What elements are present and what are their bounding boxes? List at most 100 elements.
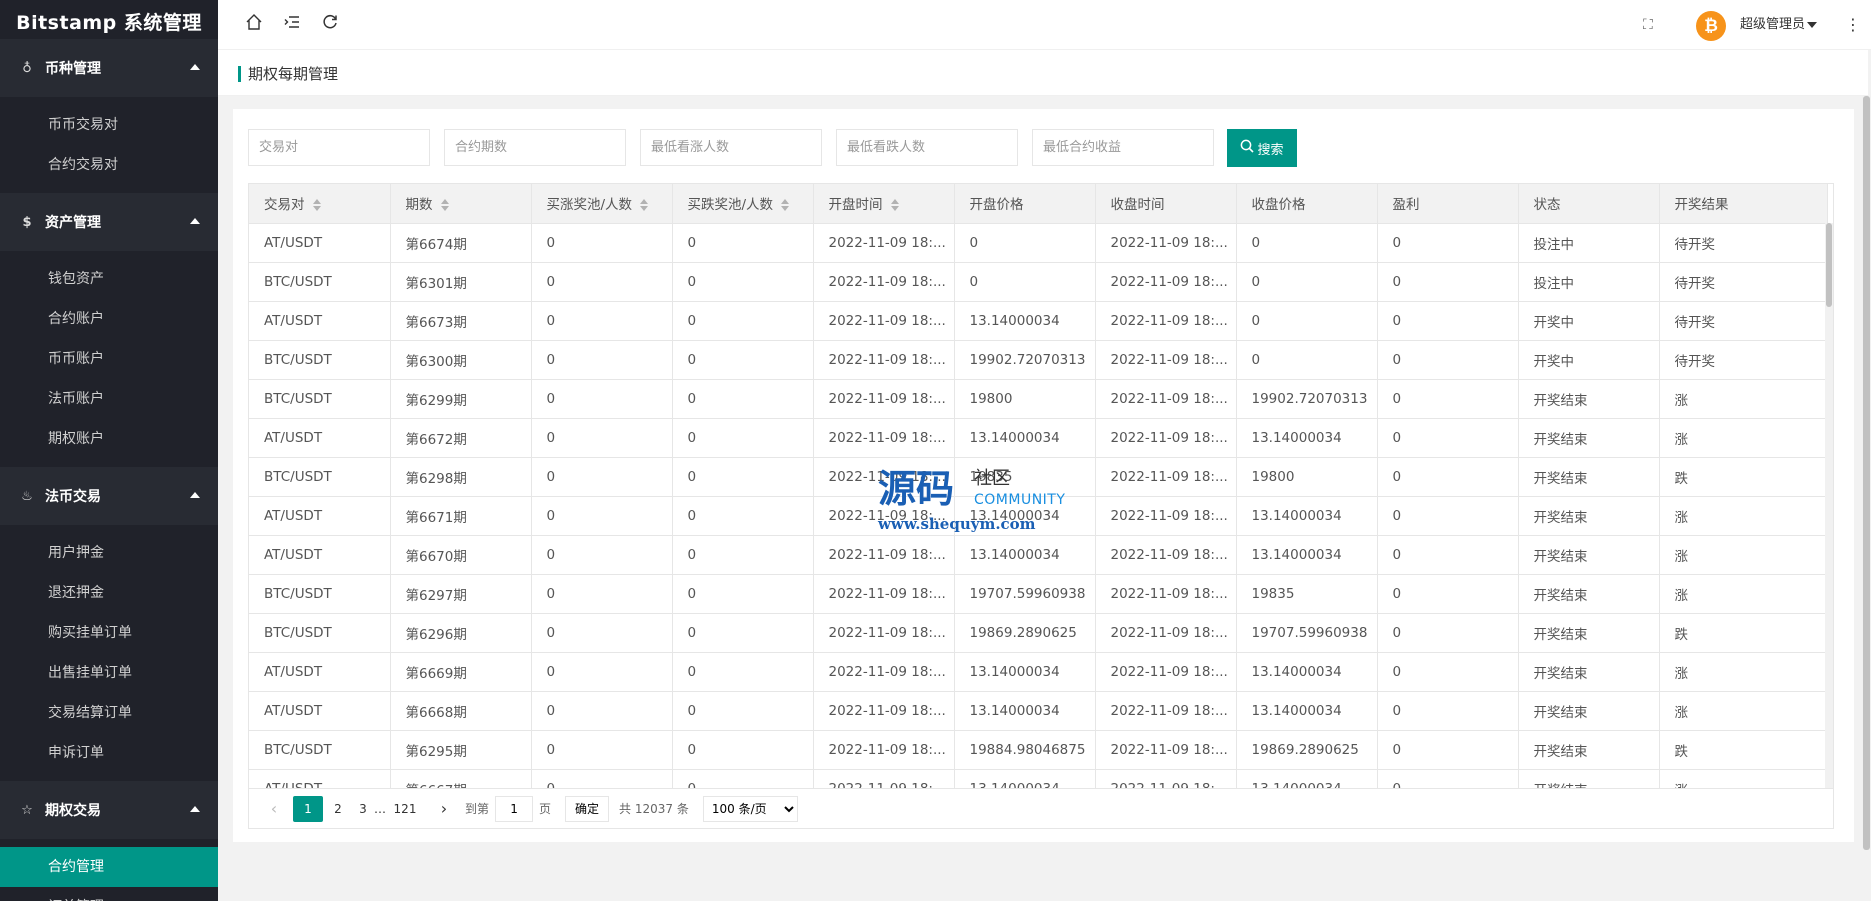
goto-confirm-button[interactable]: 确定 [565,795,610,822]
caret-up-icon[interactable] [190,492,200,498]
caret-up-icon[interactable] [190,806,200,812]
table-cell: 涨 [1659,379,1828,419]
table-cell: BTC/USDT [249,730,391,770]
fullscreen-icon[interactable]: ⛶ [1643,13,1653,37]
table-cell: 开奖中 [1518,301,1660,341]
table-row[interactable]: BTC/USDT 第6298期 0 0 2022-11-09 18:... 19835 20… [249,457,1828,497]
table-cell: 0 [531,613,673,653]
menu-group-title[interactable]: ♁ 币种管理 [0,39,218,97]
prev-page-button[interactable]: ‹ [259,796,289,822]
table-row[interactable]: AT/USDT 第6669期 0 0 2022-11-09 18:... 13.14000… [249,652,1828,692]
table-cell: 涨 [1659,691,1828,731]
table-cell: 13.14000034 [1236,496,1378,536]
sidebar-item[interactable]: 订单管理 [0,887,218,901]
table-cell: 第6296期 [390,613,532,653]
sort-icon[interactable] [890,199,899,212]
table-cell: 涨 [1659,574,1828,614]
table-row[interactable]: AT/USDT 第6670期 0 0 2022-11-09 18:... 13.14000… [249,535,1828,575]
table-row[interactable]: BTC/USDT 第6295期 0 0 2022-11-09 18:... 19884.9… [249,730,1828,770]
table-body: AT/USDT 第6674期 0 0 2022-11-09 18:... 0 2022-11… [249,223,1828,809]
table-cell: 0 [1377,301,1519,341]
table-row[interactable]: AT/USDT 第6674期 0 0 2022-11-09 18:... 0 2022-11… [249,223,1828,263]
sort-icon[interactable] [781,199,790,212]
sort-icon[interactable] [640,199,649,212]
sidebar-item[interactable]: 合约账户 [0,299,218,339]
sidebar-item[interactable]: 法币账户 [0,379,218,419]
home-icon[interactable] [242,13,266,37]
sort-icon[interactable] [312,199,321,212]
column-header[interactable]: 交易对 [249,184,391,224]
goto-page-input[interactable] [495,795,534,822]
sidebar-item[interactable]: 合约管理 [0,847,218,887]
table-cell: 13.14000034 [954,301,1096,341]
page-button-1[interactable]: 1 [293,795,323,822]
sidebar-item[interactable]: 币币交易对 [0,105,218,145]
sidebar-item[interactable]: 交易结算订单 [0,693,218,733]
column-header[interactable]: 开盘时间 [813,184,955,224]
caret-up-icon[interactable] [190,218,200,224]
user-menu[interactable]: 超级管理员 [1740,14,1818,36]
table-row[interactable]: AT/USDT 第6671期 0 0 2022-11-09 18:... 13.14000… [249,496,1828,536]
table-cell: BTC/USDT [249,379,391,419]
sidebar-item[interactable]: 出售挂单订单 [0,653,218,693]
table-cell: 第6297期 [390,574,532,614]
page-button-3[interactable]: 3 [353,796,373,822]
menu-group-title[interactable]: $ 资产管理 [0,193,218,251]
column-header[interactable]: 买跌奖池/人数 [672,184,814,224]
sidebar-item[interactable]: 期权账户 [0,419,218,459]
page-scrollbar-thumb[interactable] [1863,96,1870,850]
page-button-last[interactable]: 121 [387,796,423,822]
table-row[interactable]: BTC/USDT 第6301期 0 0 2022-11-09 18:... 0 2022-1… [249,262,1828,302]
search-button[interactable]: 搜索 [1227,129,1297,167]
table-cell: 0 [531,301,673,341]
sidebar-item[interactable]: 合约交易对 [0,145,218,185]
table-scrollbar-thumb[interactable] [1826,223,1832,307]
sidebar-item[interactable]: 币币账户 [0,339,218,379]
column-header[interactable]: 买涨奖池/人数 [531,184,673,224]
table-cell: 0 [672,574,814,614]
table-row[interactable]: BTC/USDT 第6297期 0 0 2022-11-09 18:... 19707.5… [249,574,1828,614]
sidebar-item[interactable]: 钱包资产 [0,259,218,299]
page-button-2[interactable]: 2 [323,796,353,822]
column-header-label: 开奖结果 [1674,197,1729,214]
sidebar-item[interactable]: 申诉订单 [0,733,218,773]
table-cell: 0 [1377,730,1519,770]
table-row[interactable]: AT/USDT 第6668期 0 0 2022-11-09 18:... 13.14000… [249,691,1828,731]
min-down-count-input[interactable] [836,129,1018,166]
table-cell: 0 [531,730,673,770]
table-row[interactable]: BTC/USDT 第6300期 0 0 2022-11-09 18:... 19902.7… [249,340,1828,380]
column-header[interactable]: 期数 [390,184,532,224]
table-cell: 0 [672,223,814,263]
table-row[interactable]: BTC/USDT 第6299期 0 0 2022-11-09 18:... 19800 20… [249,379,1828,419]
page-size-select[interactable]: 100 条/页 [702,795,798,822]
sort-icon[interactable] [440,199,449,212]
min-profit-input[interactable] [1032,129,1214,166]
table-row[interactable]: BTC/USDT 第6296期 0 0 2022-11-09 18:... 19869.2… [249,613,1828,653]
sidebar-item[interactable]: 用户押金 [0,533,218,573]
table-row[interactable]: AT/USDT 第6673期 0 0 2022-11-09 18:... 13.14000… [249,301,1828,341]
table-cell: AT/USDT [249,418,391,458]
more-menu-icon[interactable]: ⋮ [1845,13,1861,37]
table-cell: 0 [672,691,814,731]
table-scrollbar[interactable] [1825,223,1833,791]
caret-up-icon[interactable] [190,64,200,70]
min-up-count-input[interactable] [640,129,822,166]
sidebar-item[interactable]: 购买挂单订单 [0,613,218,653]
table-row[interactable]: AT/USDT 第6672期 0 0 2022-11-09 18:... 13.14000… [249,418,1828,458]
table-cell: 19869.2890625 [954,613,1096,653]
pair-search-input[interactable] [248,129,430,166]
page-scrollbar[interactable] [1862,96,1871,850]
column-header-label: 期数 [405,197,433,214]
avatar[interactable]: ₿ [1696,11,1726,41]
period-search-input[interactable] [444,129,626,166]
menu-group-title[interactable]: ☆ 期权交易 [0,781,218,839]
sidebar-item[interactable]: 退还押金 [0,573,218,613]
table-cell: 第6300期 [390,340,532,380]
table-cell: AT/USDT [249,691,391,731]
menu-group-title[interactable]: ♨ 法币交易 [0,467,218,525]
next-page-button[interactable]: › [429,796,459,822]
refresh-icon[interactable] [318,13,342,37]
table-cell: 0 [672,652,814,692]
collapse-menu-icon[interactable] [280,13,304,37]
table-cell: 19707.59960938 [954,574,1096,614]
